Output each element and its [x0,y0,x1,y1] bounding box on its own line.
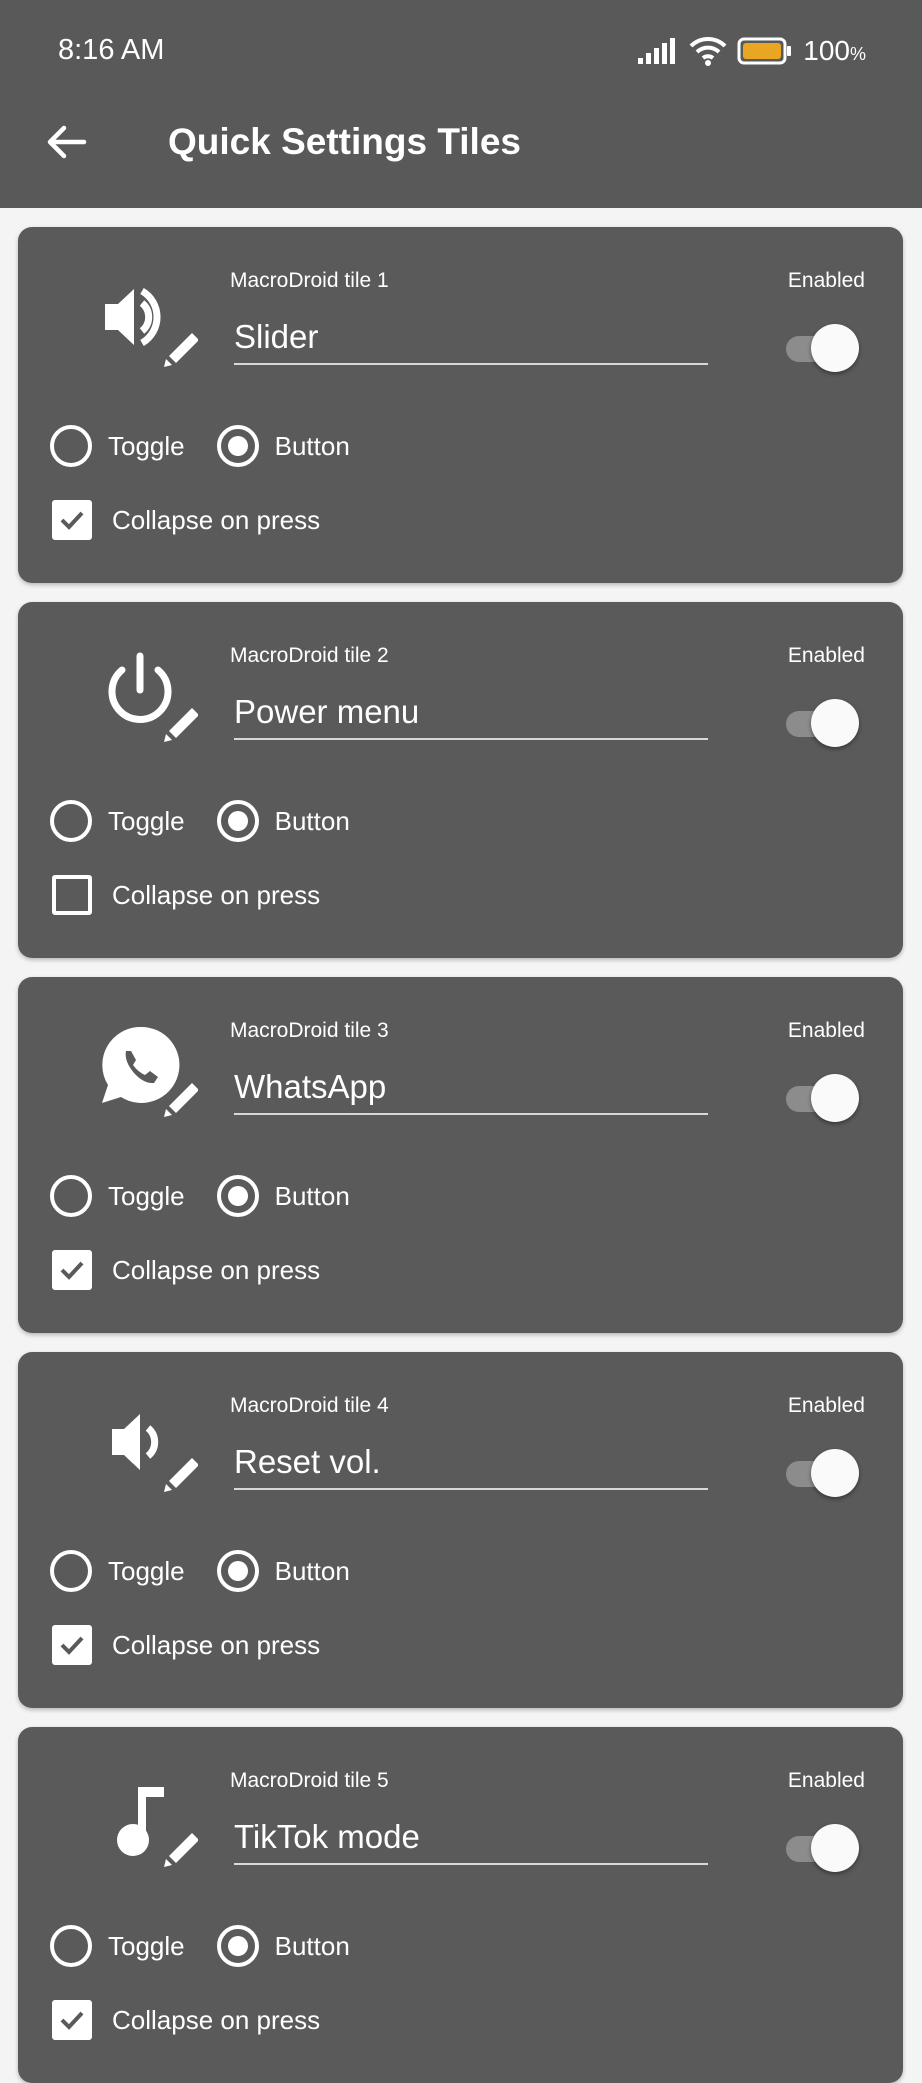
page-title: Quick Settings Tiles [168,121,521,162]
battery-icon [737,37,792,65]
toggle-radio-label: Toggle [108,805,185,836]
enabled-switch[interactable] [782,1448,860,1498]
tile-name: MacroDroid tile 4 [230,1394,389,1417]
toggle-radio-label: Toggle [108,1555,185,1586]
enabled-switch[interactable] [782,1823,860,1873]
battery-percent: 100% [803,35,866,66]
tile-label-field[interactable]: Reset vol. [234,1440,708,1490]
volume-down-icon[interactable] [78,1392,198,1492]
collapse-label: Collapse on press [112,1254,321,1285]
collapse-checkbox[interactable] [52,2000,92,2040]
button-radio-label: Button [274,1180,350,1211]
power-icon[interactable] [78,642,198,742]
mode-radio-group: Toggle Button [50,1175,350,1217]
collapse-row: Collapse on press [52,500,320,540]
signal-icon [638,38,676,64]
volume-up-icon[interactable] [78,267,198,367]
collapse-label: Collapse on press [112,879,321,910]
status-icons: 100% [637,32,866,70]
collapse-checkbox[interactable] [52,500,92,540]
enabled-switch[interactable] [782,323,860,373]
button-radio[interactable] [216,800,259,842]
collapse-checkbox[interactable] [52,1625,92,1665]
tile-label-field[interactable]: Power menu [234,690,708,740]
collapse-checkbox[interactable] [52,1250,92,1290]
status-time: 8:16 AM [58,34,165,66]
tile-name: MacroDroid tile 3 [230,1019,389,1042]
mode-radio-group: Toggle Button [50,1550,350,1592]
music-note-icon[interactable] [78,1767,198,1867]
app-bar: 8:16 AM 100% Quick Settings Tiles [0,0,922,208]
button-radio[interactable] [216,1175,259,1217]
tile-list: MacroDroid tile 1 Slider Enabled Toggle … [0,208,922,2083]
mode-radio-group: Toggle Button [50,1925,350,1967]
tile-label-field[interactable]: Slider [234,315,708,365]
wifi-icon [689,36,727,66]
toggle-radio[interactable] [50,1550,92,1592]
enabled-label: Enabled [787,1019,865,1042]
collapse-row: Collapse on press [52,1250,320,1290]
collapse-row: Collapse on press [52,2000,320,2040]
collapse-row: Collapse on press [52,1625,320,1665]
enabled-label: Enabled [787,1769,865,1792]
button-radio-label: Button [274,805,350,836]
button-radio[interactable] [216,1550,259,1592]
collapse-label: Collapse on press [112,2004,321,2035]
mode-radio-group: Toggle Button [50,425,350,467]
enabled-switch[interactable] [782,698,860,748]
collapse-label: Collapse on press [112,504,321,535]
collapse-row: Collapse on press [52,875,320,915]
tile-card: MacroDroid tile 4 Reset vol. Enabled Tog… [18,1352,903,1708]
tile-label-field[interactable]: WhatsApp [234,1065,708,1115]
whatsapp-icon[interactable] [78,1017,198,1117]
toggle-radio[interactable] [50,800,92,842]
tile-name: MacroDroid tile 5 [230,1769,389,1792]
button-radio[interactable] [216,1925,259,1967]
collapse-label: Collapse on press [112,1629,321,1660]
enabled-label: Enabled [787,269,865,292]
toggle-radio-label: Toggle [108,1930,185,1961]
tile-card: MacroDroid tile 3 WhatsApp Enabled Toggl… [18,977,903,1333]
enabled-label: Enabled [787,1394,865,1417]
tile-card: MacroDroid tile 1 Slider Enabled Toggle … [18,227,903,583]
button-radio-label: Button [274,1555,350,1586]
toggle-radio-label: Toggle [108,430,185,461]
button-radio[interactable] [216,425,259,467]
tile-name: MacroDroid tile 2 [230,644,389,667]
tile-label-field[interactable]: TikTok mode [234,1815,708,1865]
toggle-radio[interactable] [50,1925,92,1967]
button-radio-label: Button [274,430,350,461]
toggle-radio[interactable] [50,1175,92,1217]
mode-radio-group: Toggle Button [50,800,350,842]
toggle-radio-label: Toggle [108,1180,185,1211]
enabled-label: Enabled [787,644,865,667]
collapse-checkbox[interactable] [52,875,92,915]
tile-card: MacroDroid tile 5 TikTok mode Enabled To… [18,1727,903,2083]
back-arrow-icon[interactable] [44,120,88,164]
button-radio-label: Button [274,1930,350,1961]
enabled-switch[interactable] [782,1073,860,1123]
toggle-radio[interactable] [50,425,92,467]
tile-name: MacroDroid tile 1 [230,269,389,292]
tile-card: MacroDroid tile 2 Power menu Enabled Tog… [18,602,903,958]
